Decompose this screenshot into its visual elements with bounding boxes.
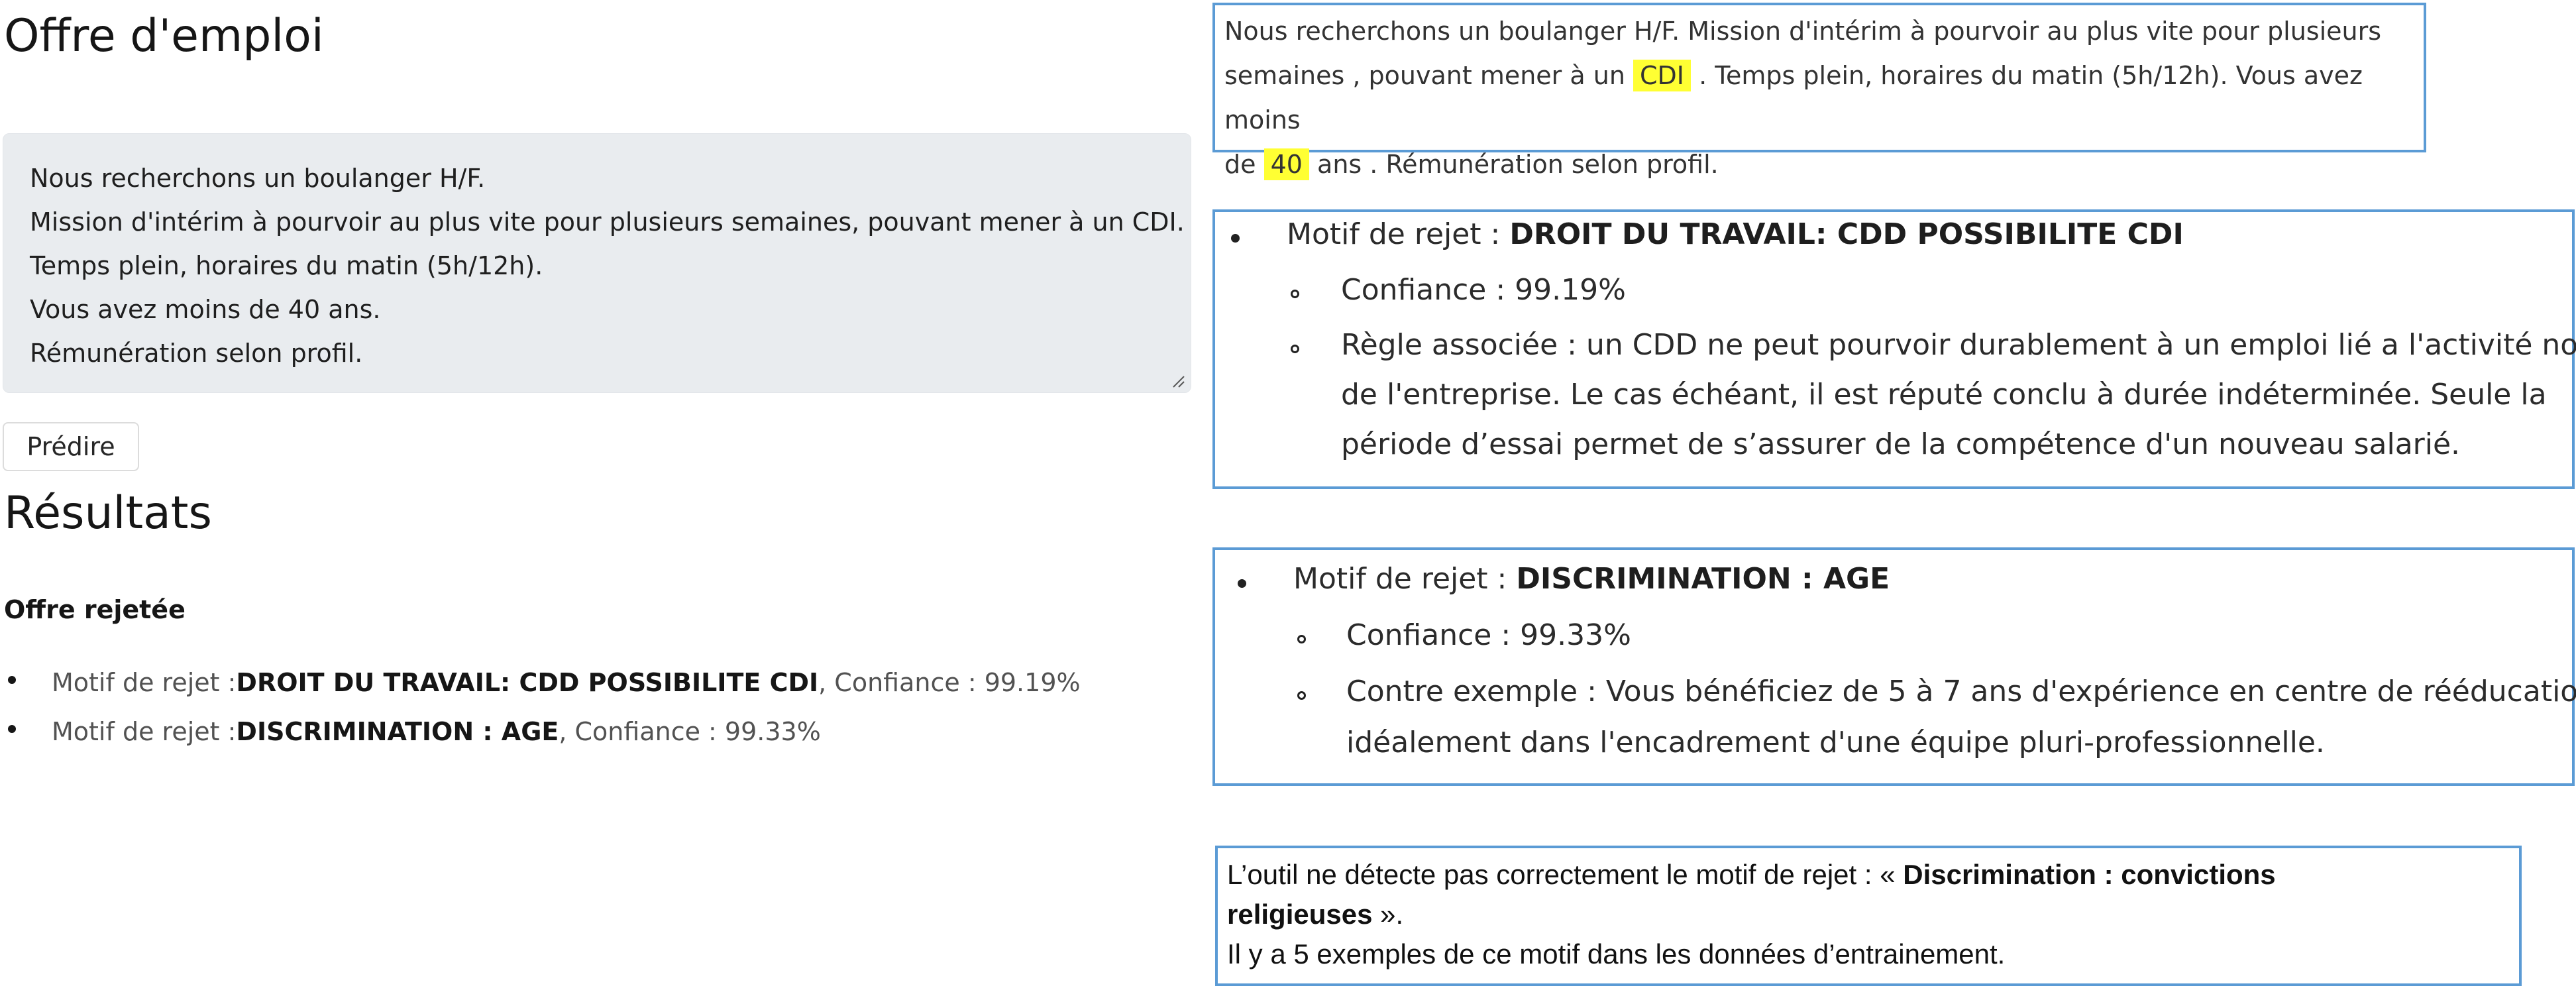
rule-line: Règle associée : un CDD ne peut pourvoir… <box>1341 328 2576 362</box>
confidence-line: Confiance : 99.19% <box>1341 273 1626 307</box>
result-item: Motif de rejet : DISCRIMINATION : AGE, C… <box>4 717 821 746</box>
textarea-line: Vous avez moins de 40 ans. <box>30 295 381 324</box>
bullet-icon <box>8 725 16 733</box>
result-prefix: Motif de rejet : <box>52 668 237 697</box>
status-label: Offre rejetée <box>4 595 186 624</box>
sub-bullet-icon <box>1297 691 1306 700</box>
result-reason: DISCRIMINATION : AGE <box>236 717 559 746</box>
result-confidence: , Confiance : 99.33% <box>559 717 821 746</box>
rule-line: période d’essai permet de s’assurer de l… <box>1341 427 2461 461</box>
note-line: Il y a 5 exemples de ce motif dans les d… <box>1227 938 2006 970</box>
counter-example-line: Contre exemple : Vous bénéficiez de 5 à … <box>1346 675 2576 708</box>
highlight-line: Nous recherchons un boulanger H/F. Missi… <box>1224 17 2382 46</box>
motif-line: Motif de rejet : DISCRIMINATION : AGE <box>1293 562 1890 596</box>
textarea-line: Temps plein, horaires du matin (5h/12h). <box>30 251 543 280</box>
result-reason: DROIT DU TRAVAIL: CDD POSSIBILITE CDI <box>236 668 819 697</box>
highlighted-offer-box: Nous recherchons un boulanger H/F. Missi… <box>1212 3 2426 180</box>
sub-bullet-icon <box>1291 290 1299 298</box>
page-title: Offre d'emploi <box>4 10 324 62</box>
result-confidence: , Confiance : 99.19% <box>818 668 1081 697</box>
note-line: L’outil ne détecte pas correctement le m… <box>1227 859 2276 890</box>
bullet-icon <box>1238 579 1246 588</box>
motif-line: Motif de rejet : DROIT DU TRAVAIL: CDD P… <box>1287 217 2184 251</box>
predict-button[interactable]: Prédire <box>3 422 139 471</box>
results-heading: Résultats <box>4 487 212 539</box>
bullet-icon <box>1231 234 1240 243</box>
result-item: Motif de rejet : DROIT DU TRAVAIL: CDD P… <box>4 668 1081 697</box>
highlight-age: 40 <box>1263 148 1309 180</box>
reason-detail-box-age: Motif de rejet : DISCRIMINATION : AGE Co… <box>1212 547 2576 786</box>
note-line: religieuses ». <box>1227 899 1404 930</box>
resize-handle-icon[interactable] <box>1171 374 1185 388</box>
rule-line: de l'entreprise. Le cas échéant, il est … <box>1341 378 2547 412</box>
textarea-line: Nous recherchons un boulanger H/F. <box>30 164 486 193</box>
highlight-line: semaines , pouvant mener à un CDI . Temp… <box>1224 60 2363 135</box>
bullet-icon <box>8 676 16 684</box>
textarea-line: Mission d'intérim à pourvoir au plus vit… <box>30 207 1185 237</box>
highlight-cdi: CDI <box>1633 60 1691 91</box>
confidence-line: Confiance : 99.33% <box>1346 618 1631 652</box>
sub-bullet-icon <box>1291 345 1299 353</box>
highlight-line: de 40 ans . Rémunération selon profil. <box>1224 148 1719 180</box>
counter-example-line: idéalement dans l'encadrement d'une équi… <box>1346 726 2325 759</box>
reason-detail-box-labor-law: Motif de rejet : DROIT DU TRAVAIL: CDD P… <box>1212 209 2576 489</box>
sub-bullet-icon <box>1297 635 1306 643</box>
job-offer-textarea[interactable]: Nous recherchons un boulanger H/F. Missi… <box>3 133 1191 393</box>
result-prefix: Motif de rejet : <box>52 717 237 746</box>
textarea-line: Rémunération selon profil. <box>30 339 363 368</box>
detection-note-box: L’outil ne détecte pas correctement le m… <box>1215 846 2522 986</box>
